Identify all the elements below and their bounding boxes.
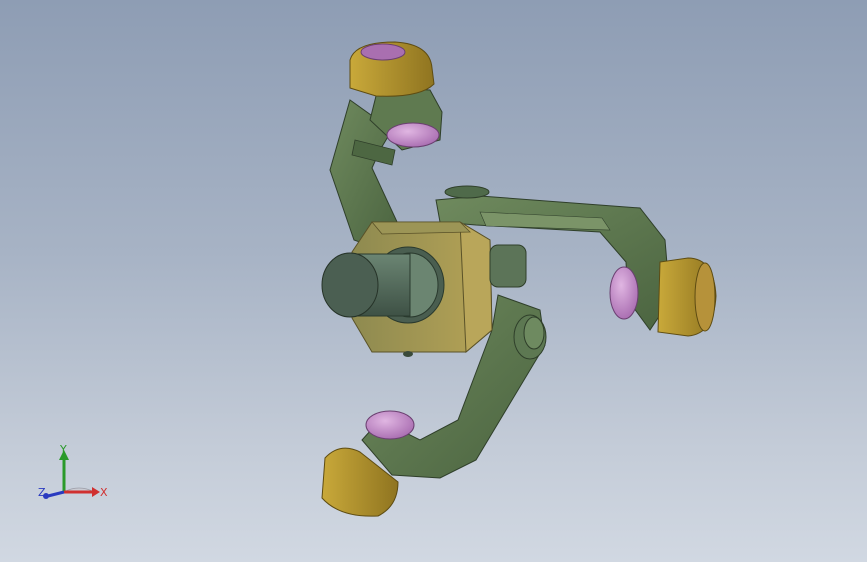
graphics-viewport[interactable]: Y X Z [0, 0, 867, 562]
3d-model-view[interactable] [0, 0, 867, 562]
upper-arm[interactable] [329, 41, 443, 251]
triad-graphic [43, 450, 100, 499]
lower-pin [365, 410, 415, 440]
axis-triad: Y X Z [30, 440, 120, 510]
right-pin [609, 266, 639, 320]
triad-y-label: Y [60, 443, 67, 456]
upper-pin [386, 122, 440, 148]
triad-z-label: Z [38, 486, 46, 499]
triad-x-label: X [100, 486, 108, 499]
